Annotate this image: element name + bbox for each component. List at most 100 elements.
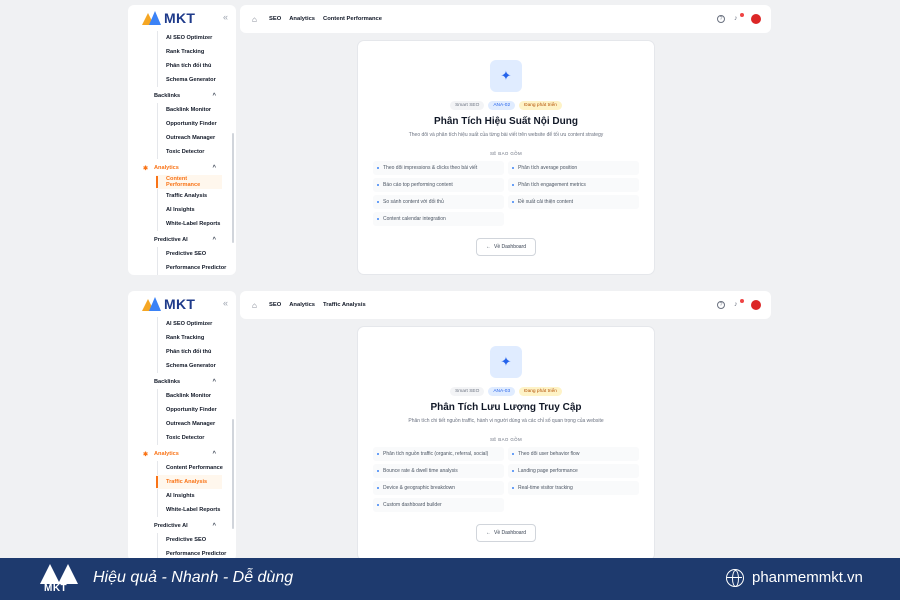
collapse-sidebar-icon[interactable]: « xyxy=(223,12,228,22)
feature-list: Phân tích nguồn traffic (organic, referr… xyxy=(373,447,639,512)
home-icon[interactable]: ⌂ xyxy=(252,15,261,24)
sidebar: MKT « AI SEO Optimizer Rank Tracking Phâ… xyxy=(128,291,236,561)
sidebar-item-predictive-seo[interactable]: Predictive SEO xyxy=(128,247,236,261)
sidebar-item-schema-generator[interactable]: Schema Generator xyxy=(128,359,236,373)
top-actions: ? ♪ xyxy=(717,13,761,24)
sidebar-item-backlink-monitor[interactable]: Backlink Monitor xyxy=(128,103,236,117)
sidebar-item-traffic-analysis[interactable]: Traffic Analysis xyxy=(156,475,222,489)
sidebar-item-white-label-reports[interactable]: White-Label Reports xyxy=(128,217,236,231)
sidebar-menu: AI SEO Optimizer Rank Tracking Phân tích… xyxy=(128,317,236,561)
sidebar-item-backlink-monitor[interactable]: Backlink Monitor xyxy=(128,389,236,403)
sidebar-group-backlinks[interactable]: Backlinks ^ xyxy=(128,89,236,103)
logo-text: MKT xyxy=(164,10,196,26)
footer-logo: MKT xyxy=(38,562,80,596)
logo[interactable]: MKT « xyxy=(128,291,236,317)
feature-item: Báo cáo top performing content xyxy=(373,178,504,192)
sidebar-item-ai-seo-optimizer[interactable]: AI SEO Optimizer xyxy=(128,317,236,331)
category-tag: Smart SEO xyxy=(450,101,485,110)
sparkles-icon: ✦ xyxy=(490,60,522,92)
features-heading: SẼ BAO GỒM xyxy=(489,437,523,442)
breadcrumb-current: Content Performance xyxy=(323,16,382,22)
sidebar-item-ai-insights[interactable]: AI Insights xyxy=(128,203,236,217)
breadcrumb-seo[interactable]: SEO xyxy=(269,302,281,308)
mkt-logo-icon xyxy=(40,562,78,584)
sidebar-item-content-performance[interactable]: Content Performance xyxy=(156,175,222,189)
sidebar-group-predictive-ai[interactable]: Predictive AI ^ xyxy=(128,233,236,247)
category-tag: Smart SEO xyxy=(450,387,485,396)
avatar[interactable] xyxy=(751,14,761,24)
logo-text: MKT xyxy=(164,296,196,312)
chevron-up-icon: ^ xyxy=(212,451,216,457)
sidebar-group-predictive-ai[interactable]: Predictive AI ^ xyxy=(128,519,236,533)
feature-list: Theo dõi impressions & clicks theo bài v… xyxy=(373,161,639,226)
notification-bell-icon[interactable]: ♪ xyxy=(734,13,744,23)
top-bar: ⌂ SEO Analytics Content Performance ? ♪ xyxy=(240,5,771,33)
chevron-up-icon: ^ xyxy=(212,165,216,171)
home-icon[interactable]: ⌂ xyxy=(252,301,261,310)
sidebar-menu: AI SEO Optimizer Rank Tracking Phân tích… xyxy=(128,31,236,275)
avatar[interactable] xyxy=(751,300,761,310)
feature-item: Content calendar integration xyxy=(373,212,504,226)
status-badge: Đang phát triển xyxy=(519,101,562,110)
analytics-icon: ✱ xyxy=(143,451,149,458)
sidebar-item-rank-tracking[interactable]: Rank Tracking xyxy=(128,45,236,59)
tag-row: Smart SEO ANA-02 Đang phát triển xyxy=(358,101,654,110)
feature-item: Phân tích nguồn traffic (organic, referr… xyxy=(373,447,504,461)
sidebar-item-white-label-reports[interactable]: White-Label Reports xyxy=(128,503,236,517)
sidebar-item-ai-seo-optimizer[interactable]: AI SEO Optimizer xyxy=(128,31,236,45)
top-actions: ? ♪ xyxy=(717,299,761,310)
feature-item: Theo dõi impressions & clicks theo bài v… xyxy=(373,161,504,175)
sidebar-item-outreach-manager[interactable]: Outreach Manager xyxy=(128,131,236,145)
sidebar-item-opportunity-finder[interactable]: Opportunity Finder xyxy=(128,117,236,131)
breadcrumb-analytics[interactable]: Analytics xyxy=(289,16,315,22)
sidebar-item-competitor-analysis[interactable]: Phân tích đối thủ xyxy=(128,345,236,359)
collapse-sidebar-icon[interactable]: « xyxy=(223,298,228,308)
feature-item: Phân tích average position xyxy=(508,161,639,175)
page-description: Phân tích chi tiết nguồn traffic, hành v… xyxy=(408,418,604,424)
sidebar-group-analytics[interactable]: ✱ Analytics ^ xyxy=(128,161,236,175)
sidebar-item-opportunity-finder[interactable]: Opportunity Finder xyxy=(128,403,236,417)
breadcrumb-analytics[interactable]: Analytics xyxy=(289,302,315,308)
features-heading: SẼ BAO GỒM xyxy=(489,151,523,156)
sidebar-group-analytics[interactable]: ✱ Analytics ^ xyxy=(128,447,236,461)
sidebar-item-traffic-analysis[interactable]: Traffic Analysis xyxy=(128,189,236,203)
coming-soon-card: ✦ Smart SEO ANA-02 Đang phát triển Phân … xyxy=(357,40,655,275)
logo[interactable]: MKT « xyxy=(128,5,236,31)
help-icon[interactable]: ? xyxy=(717,301,725,309)
sidebar-item-competitor-analysis[interactable]: Phân tích đối thủ xyxy=(128,59,236,73)
footer-website: phanmemmkt.vn xyxy=(752,569,863,586)
sidebar-item-schema-generator[interactable]: Schema Generator xyxy=(128,73,236,87)
feature-item: Device & geographic breakdown xyxy=(373,481,504,495)
sidebar-item-rank-tracking[interactable]: Rank Tracking xyxy=(128,331,236,345)
sidebar-scrollbar[interactable] xyxy=(232,419,234,529)
sidebar-item-content-performance[interactable]: Content Performance xyxy=(128,461,236,475)
sidebar-item-toxic-detector[interactable]: Toxic Detector xyxy=(128,145,236,159)
sidebar-item-outreach-manager[interactable]: Outreach Manager xyxy=(128,417,236,431)
help-icon[interactable]: ? xyxy=(717,15,725,23)
sidebar-item-toxic-detector[interactable]: Toxic Detector xyxy=(128,431,236,445)
arrow-left-icon: ← xyxy=(486,530,492,536)
breadcrumb-current: Traffic Analysis xyxy=(323,302,366,308)
feature-item: Bounce rate & dwell time analysis xyxy=(373,464,504,478)
feature-item: So sánh content với đối thủ xyxy=(373,195,504,209)
breadcrumb-seo[interactable]: SEO xyxy=(269,16,281,22)
sidebar-item-predictive-seo[interactable]: Predictive SEO xyxy=(128,533,236,547)
sidebar-item-ai-insights[interactable]: AI Insights xyxy=(128,489,236,503)
back-to-dashboard-button[interactable]: ← Về Dashboard xyxy=(476,238,536,256)
analytics-icon: ✱ xyxy=(143,165,149,172)
logo-mark-icon xyxy=(142,297,162,311)
page-title: Phân Tích Hiệu Suất Nội Dung xyxy=(434,116,578,127)
status-badge: Đang phát triển xyxy=(519,387,562,396)
feature-item: Custom dashboard builder xyxy=(373,498,504,512)
chevron-up-icon: ^ xyxy=(212,379,216,385)
back-to-dashboard-button[interactable]: ← Về Dashboard xyxy=(476,524,536,542)
globe-icon xyxy=(726,569,744,587)
feature-item: Phân tích engagement metrics xyxy=(508,178,639,192)
feature-item: Real-time visitor tracking xyxy=(508,481,639,495)
notification-bell-icon[interactable]: ♪ xyxy=(734,299,744,309)
sidebar-item-performance-predictor[interactable]: Performance Predictor xyxy=(128,261,236,275)
sidebar-group-backlinks[interactable]: Backlinks ^ xyxy=(128,375,236,389)
chevron-up-icon: ^ xyxy=(212,523,216,529)
sidebar-scrollbar[interactable] xyxy=(232,133,234,243)
sidebar: MKT « AI SEO Optimizer Rank Tracking Phâ… xyxy=(128,5,236,275)
